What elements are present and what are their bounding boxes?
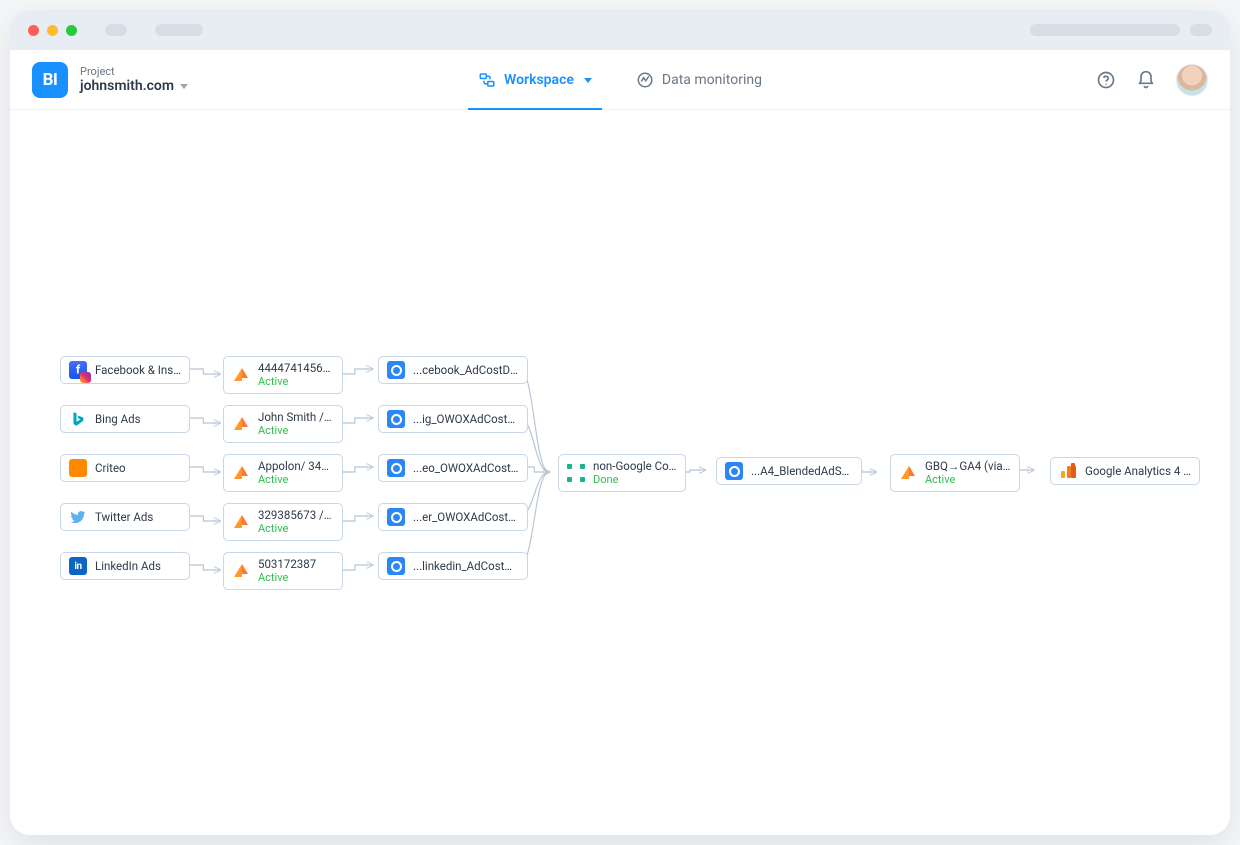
pipeline-node[interactable]: Appolon/ 34750... Active xyxy=(223,454,343,492)
owox-icon xyxy=(232,415,250,433)
source-node-facebook-instagram[interactable]: Facebook & Insta... xyxy=(60,356,190,384)
owox-icon xyxy=(232,366,250,384)
workspace-canvas[interactable]: Facebook & Insta... Bing Ads Criteo xyxy=(10,110,1230,835)
nav-data-monitoring[interactable]: Data monitoring xyxy=(626,50,772,110)
app-window: BI Project johnsmith.com Workspace xyxy=(10,10,1230,835)
source-node-twitter-ads[interactable]: Twitter Ads xyxy=(60,503,190,531)
pipeline-node[interactable]: 44447414561306 Active xyxy=(223,356,343,394)
transformation-node[interactable]: non-Google Cost D... Done xyxy=(558,454,686,492)
export-node[interactable]: GBQ→GA4 (via SFTP) Active xyxy=(890,454,1020,492)
source-node-linkedin-ads[interactable]: LinkedIn Ads xyxy=(60,552,190,580)
pipeline-node[interactable]: 329385673 / 620... Active xyxy=(223,503,343,541)
linkedin-icon xyxy=(69,557,87,575)
minimize-window-icon[interactable] xyxy=(47,25,58,36)
browser-chrome xyxy=(10,10,1230,50)
source-node-criteo[interactable]: Criteo xyxy=(60,454,190,482)
project-selector[interactable]: Project johnsmith.com xyxy=(80,65,188,95)
project-label: Project xyxy=(80,65,188,78)
owox-icon xyxy=(232,513,250,531)
twitter-icon xyxy=(69,508,87,526)
facebook-instagram-icon xyxy=(69,361,87,379)
google-analytics-icon xyxy=(1059,462,1077,480)
dataset-node[interactable]: ...eo_OWOXAdCostData xyxy=(378,454,528,482)
bing-icon xyxy=(69,410,87,428)
destination-node-ga4[interactable]: Google Analytics 4 ... xyxy=(1050,457,1200,485)
window-controls xyxy=(28,25,77,36)
owox-icon xyxy=(899,464,917,482)
owox-icon xyxy=(232,464,250,482)
maximize-window-icon[interactable] xyxy=(66,25,77,36)
top-nav: Workspace Data monitoring xyxy=(468,50,772,110)
source-node-bing-ads[interactable]: Bing Ads xyxy=(60,405,190,433)
bigquery-icon xyxy=(387,410,405,428)
bigquery-icon xyxy=(387,361,405,379)
dataset-node[interactable]: ...cebook_AdCostData xyxy=(378,356,528,384)
owox-icon xyxy=(232,562,250,580)
bell-icon[interactable] xyxy=(1136,70,1156,90)
data-monitoring-icon xyxy=(636,71,654,89)
chevron-down-icon xyxy=(584,78,592,83)
help-icon[interactable] xyxy=(1096,70,1116,90)
criteo-icon xyxy=(69,459,87,477)
user-avatar[interactable] xyxy=(1176,64,1208,96)
chevron-down-icon xyxy=(180,84,188,89)
workspace-icon xyxy=(478,71,496,89)
chrome-placeholder xyxy=(155,24,203,36)
bigquery-icon xyxy=(725,462,743,480)
nav-data-monitoring-label: Data monitoring xyxy=(662,72,762,88)
dataset-node[interactable]: ...linkedin_AdCostData xyxy=(378,552,528,580)
dataset-node[interactable]: ...er_OWOXAdCostData xyxy=(378,503,528,531)
chrome-placeholder xyxy=(105,24,127,36)
chrome-placeholder xyxy=(1030,24,1180,36)
bigquery-icon xyxy=(387,459,405,477)
bigquery-icon xyxy=(387,508,405,526)
nav-workspace[interactable]: Workspace xyxy=(468,50,602,110)
bigquery-icon xyxy=(387,557,405,575)
transformation-icon xyxy=(567,464,585,482)
dataset-node[interactable]: ...ig_OWOXAdCostData xyxy=(378,405,528,433)
dataset-node[interactable]: ...A4_BlendedAdSpend xyxy=(716,457,862,485)
project-name: johnsmith.com xyxy=(80,78,174,95)
pipeline-node[interactable]: 503172387 Active xyxy=(223,552,343,590)
pipeline-node[interactable]: John Smith / joh... Active xyxy=(223,405,343,443)
nav-workspace-label: Workspace xyxy=(504,72,574,88)
chrome-placeholder xyxy=(1190,24,1212,36)
close-window-icon[interactable] xyxy=(28,25,39,36)
app-logo[interactable]: BI xyxy=(32,62,68,98)
